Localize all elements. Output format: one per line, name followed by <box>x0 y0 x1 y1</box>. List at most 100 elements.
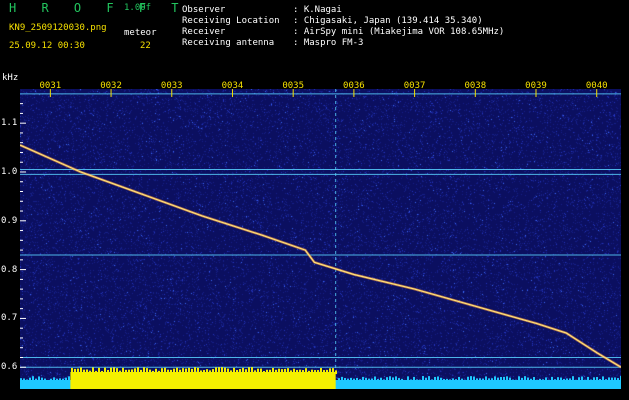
bottom-spike <box>218 367 220 374</box>
bottom-spike <box>200 370 202 374</box>
x-tick-label: 0037 <box>403 81 426 91</box>
bottom-spike <box>371 378 373 381</box>
bottom-spike <box>452 378 454 381</box>
bottom-spike <box>173 368 175 374</box>
bottom-spike <box>383 379 385 381</box>
bottom-spike <box>62 378 64 381</box>
x-tick-label: 0031 <box>39 81 62 91</box>
bottom-spike <box>494 376 496 381</box>
meteor-label: meteor <box>124 28 157 38</box>
bottom-spike <box>311 369 313 374</box>
bottom-spike <box>608 377 610 381</box>
bottom-spike <box>116 368 118 374</box>
bottom-spike <box>326 369 328 374</box>
y-axis-unit: kHz <box>2 73 19 83</box>
x-tick-label: 0039 <box>525 81 547 91</box>
bottom-spike <box>578 377 580 381</box>
antenna-value: : Maspro FM-3 <box>293 38 364 48</box>
bottom-spike <box>470 376 472 381</box>
bottom-spike <box>203 370 205 374</box>
bottom-spike <box>83 369 85 374</box>
bottom-spike <box>416 379 418 381</box>
bottom-spike <box>443 378 445 381</box>
bottom-spike <box>38 376 40 381</box>
bottom-spike <box>92 367 94 374</box>
bottom-spike <box>185 368 187 374</box>
bottom-spike <box>359 379 361 381</box>
bottom-spike <box>407 376 409 381</box>
bottom-spike <box>281 369 283 374</box>
bottom-spike <box>71 368 73 374</box>
bottom-spike <box>224 367 226 374</box>
bottom-spike <box>314 370 316 374</box>
bottom-spike <box>182 368 184 374</box>
bottom-spike <box>410 379 412 381</box>
bottom-spike <box>485 376 487 381</box>
bottom-spike <box>284 368 286 374</box>
bottom-spike <box>287 368 289 374</box>
bottom-spike <box>197 367 199 374</box>
bottom-spike <box>245 369 247 374</box>
antenna-key: Receiving antenna <box>182 38 275 48</box>
bottom-spike <box>89 370 91 374</box>
bottom-spike <box>446 378 448 381</box>
bottom-spike <box>143 367 145 374</box>
bottom-spike <box>209 370 211 374</box>
bottom-spike <box>41 377 43 381</box>
x-tick-label: 0034 <box>221 81 244 91</box>
bottom-spike <box>509 377 511 381</box>
bottom-spike <box>518 376 520 381</box>
y-tick-label: 1.1 <box>1 118 18 129</box>
bottom-spike <box>353 378 355 381</box>
bottom-spike <box>68 376 70 381</box>
bottom-spike <box>152 370 154 374</box>
bottom-spike <box>137 367 139 374</box>
bottom-spike <box>350 377 352 381</box>
bottom-spike <box>212 369 214 374</box>
bottom-spike <box>251 367 253 374</box>
bottom-spike <box>449 379 451 381</box>
bottom-spike <box>332 368 334 374</box>
bottom-spike <box>308 370 310 374</box>
bottom-spike <box>230 370 232 374</box>
bottom-spike <box>341 376 343 381</box>
bottom-spike <box>296 370 298 374</box>
bottom-spike <box>461 378 463 381</box>
app-brand: H R O F F T <box>9 1 188 15</box>
bottom-spike <box>149 369 151 374</box>
bottom-spike <box>572 376 574 381</box>
bottom-spike <box>47 379 49 381</box>
y-tick-label: 0.9 <box>1 215 18 226</box>
bottom-spike <box>512 379 514 381</box>
bottom-spike <box>206 369 208 374</box>
y-tick-label: 0.8 <box>1 264 18 275</box>
bottom-spike <box>44 378 46 381</box>
observer-key: Observer <box>182 5 226 15</box>
bottom-spike <box>386 377 388 381</box>
bottom-spike <box>56 378 58 381</box>
bottom-spike <box>86 369 88 374</box>
bottom-spike <box>455 379 457 381</box>
bottom-spike <box>74 368 76 374</box>
bottom-spike <box>266 369 268 374</box>
y-tick-label: 1.0 <box>1 166 18 177</box>
bottom-spike <box>611 377 613 381</box>
bottom-spike <box>170 369 172 374</box>
bottom-spike <box>617 378 619 381</box>
bottom-spike <box>215 367 217 374</box>
bottom-spike <box>431 379 433 381</box>
bottom-spike <box>437 376 439 381</box>
bottom-spike <box>404 379 406 381</box>
bottom-spike <box>440 377 442 381</box>
bottom-bar-yellow <box>70 372 336 389</box>
bottom-spike <box>368 378 370 381</box>
bottom-spike <box>533 377 535 381</box>
bottom-spike <box>113 367 115 374</box>
bottom-spike <box>59 378 61 381</box>
bottom-spike <box>344 378 346 381</box>
bottom-spike <box>254 370 256 374</box>
bottom-spike <box>422 376 424 381</box>
bottom-spike <box>248 367 250 374</box>
bottom-spike <box>473 376 475 381</box>
bottom-spike <box>500 376 502 381</box>
